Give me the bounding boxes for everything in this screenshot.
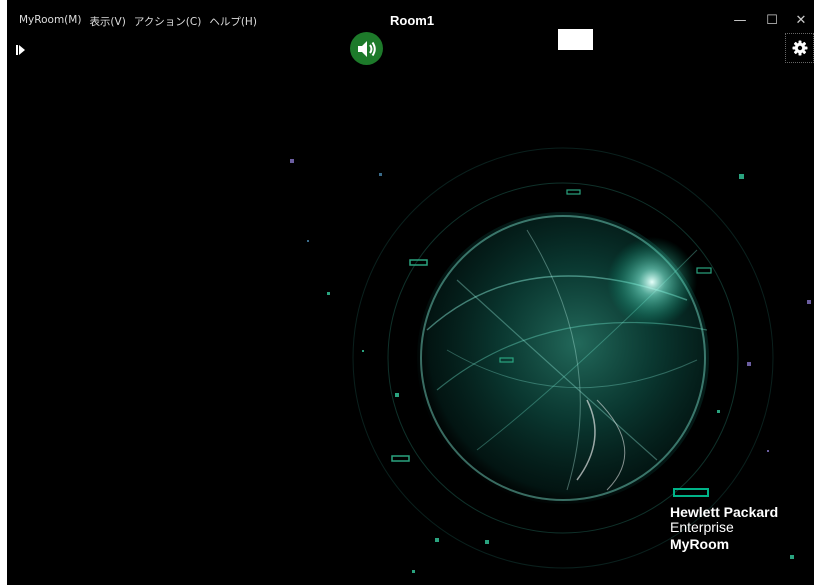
hpe-myroom-logo: Hewlett Packard Enterprise MyRoom [670, 488, 778, 553]
window-border [0, 0, 7, 585]
expand-panel-button[interactable] [16, 41, 26, 55]
brand-line-3: MyRoom [670, 536, 730, 552]
expand-panel-icon [16, 45, 25, 55]
hpe-logo-mark [673, 488, 709, 497]
brand-line-1: Hewlett Packard [670, 504, 779, 520]
title-bar: MyRoom(M) 表示(V) アクション(C) ヘルプ(H) Room1 — … [7, 0, 814, 32]
menu-action[interactable]: アクション(C) [134, 14, 202, 29]
settings-button[interactable] [785, 33, 814, 63]
maximize-button[interactable]: ☐ [758, 10, 786, 32]
speaker-button[interactable] [350, 32, 383, 65]
menu-help[interactable]: ヘルプ(H) [209, 14, 257, 29]
blank-panel [558, 29, 593, 50]
gear-icon [792, 40, 807, 56]
close-button[interactable]: ✕ [787, 10, 814, 32]
app-window: MyRoom(M) 表示(V) アクション(C) ヘルプ(H) Room1 — … [7, 0, 814, 585]
menu-view[interactable]: 表示(V) [89, 14, 125, 29]
menu-myroom[interactable]: MyRoom(M) [19, 14, 81, 29]
menu-bar: MyRoom(M) 表示(V) アクション(C) ヘルプ(H) [19, 14, 257, 29]
brand-line-2: Enterprise [670, 519, 734, 535]
minimize-button[interactable]: — [726, 10, 754, 32]
window-title: Room1 [390, 13, 435, 28]
speaker-icon [357, 40, 376, 57]
